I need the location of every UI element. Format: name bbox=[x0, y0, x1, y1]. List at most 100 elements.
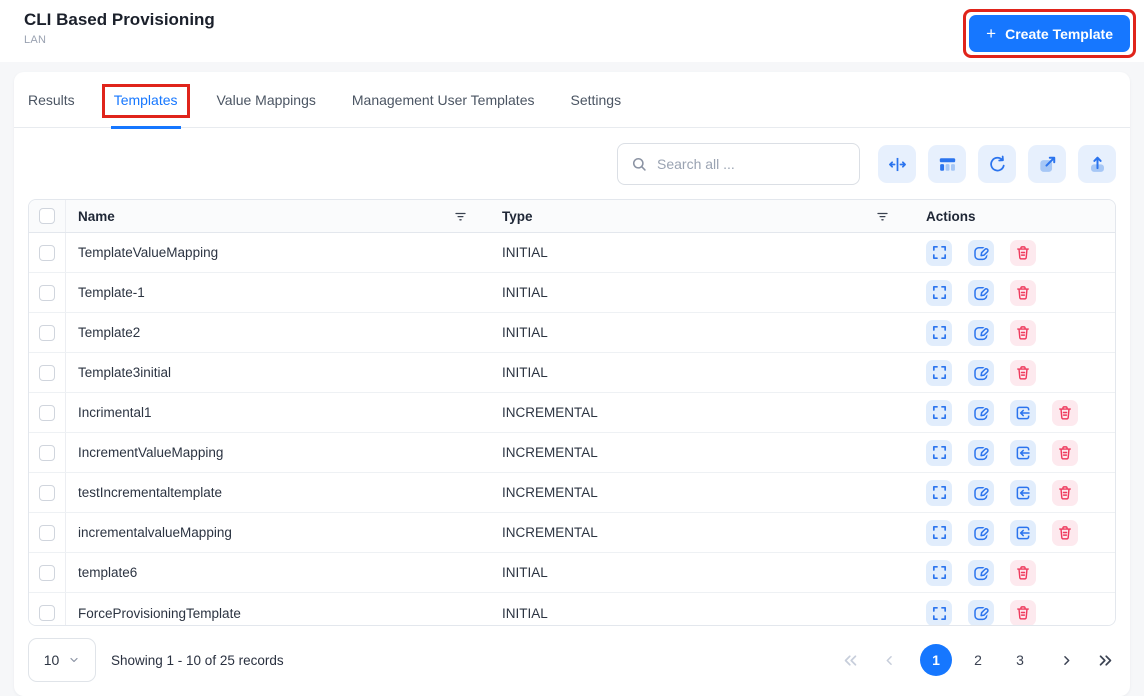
tab-settings[interactable]: Settings bbox=[570, 72, 621, 128]
delete-button[interactable] bbox=[1010, 239, 1036, 266]
delete-button[interactable] bbox=[1052, 479, 1078, 506]
expand-button[interactable] bbox=[926, 399, 952, 426]
import-button[interactable] bbox=[1010, 519, 1036, 546]
type-filter-icon[interactable] bbox=[875, 209, 890, 224]
select-all-checkbox[interactable] bbox=[39, 208, 55, 224]
delete-button[interactable] bbox=[1010, 359, 1036, 386]
expand-button[interactable] bbox=[926, 279, 952, 306]
row-checkbox[interactable] bbox=[39, 605, 55, 621]
expand-button[interactable] bbox=[926, 519, 952, 546]
edit-button[interactable] bbox=[968, 439, 994, 466]
row-select-cell bbox=[29, 593, 66, 625]
double-chevron-right-icon bbox=[1099, 654, 1112, 666]
search-input[interactable] bbox=[657, 156, 846, 172]
delete-button[interactable] bbox=[1052, 439, 1078, 466]
cell-type: INCREMENTAL bbox=[502, 445, 598, 460]
edit-button[interactable] bbox=[968, 399, 994, 426]
expand-icon bbox=[932, 445, 946, 460]
import-icon bbox=[1016, 526, 1031, 539]
trash-icon bbox=[1059, 485, 1071, 500]
tab-results[interactable]: Results bbox=[28, 72, 75, 128]
delete-button[interactable] bbox=[1010, 559, 1036, 586]
row-checkbox[interactable] bbox=[39, 484, 55, 501]
expand-button[interactable] bbox=[926, 319, 952, 346]
first-page-button[interactable] bbox=[842, 652, 859, 669]
page-size-value: 10 bbox=[43, 652, 60, 668]
delete-button[interactable] bbox=[1052, 399, 1078, 426]
expand-button[interactable] bbox=[926, 600, 952, 625]
edit-icon bbox=[974, 326, 990, 340]
templates-tab-annotation: Templates bbox=[101, 83, 190, 118]
page-number-3[interactable]: 3 bbox=[1004, 644, 1036, 676]
create-template-annotation: + Create Template bbox=[963, 9, 1136, 58]
edit-button[interactable] bbox=[968, 319, 994, 346]
cell-name-wrap: TemplateValueMapping bbox=[66, 233, 502, 272]
tab-value-mappings[interactable]: Value Mappings bbox=[217, 72, 316, 128]
edit-button[interactable] bbox=[968, 359, 994, 386]
edit-icon bbox=[974, 366, 990, 380]
edit-icon bbox=[974, 526, 990, 540]
content-card: Results Templates Value Mappings Managem… bbox=[14, 72, 1130, 696]
table-row: Incrimental1 INCREMENTAL bbox=[29, 393, 1115, 433]
delete-button[interactable] bbox=[1010, 279, 1036, 306]
autosize-columns-button[interactable] bbox=[878, 145, 916, 183]
cell-actions bbox=[926, 313, 1115, 352]
columns-button[interactable] bbox=[928, 145, 966, 183]
cell-type: INITIAL bbox=[502, 605, 548, 621]
expand-button[interactable] bbox=[926, 359, 952, 386]
edit-button[interactable] bbox=[968, 479, 994, 506]
cell-name: Template3initial bbox=[78, 365, 172, 380]
tab-templates[interactable]: Templates bbox=[101, 72, 190, 129]
prev-page-button[interactable] bbox=[882, 653, 897, 668]
create-template-button[interactable]: + Create Template bbox=[969, 15, 1130, 52]
edit-button[interactable] bbox=[968, 279, 994, 306]
row-checkbox[interactable] bbox=[39, 244, 55, 261]
import-icon bbox=[1016, 486, 1031, 499]
expand-icon bbox=[932, 525, 946, 540]
import-button[interactable] bbox=[1010, 439, 1036, 466]
row-checkbox[interactable] bbox=[39, 404, 55, 421]
cell-type-wrap: INITIAL bbox=[502, 273, 926, 312]
refresh-button[interactable] bbox=[978, 145, 1016, 183]
edit-button[interactable] bbox=[968, 559, 994, 586]
page-number-2[interactable]: 2 bbox=[962, 644, 994, 676]
expand-icon bbox=[932, 485, 946, 500]
delete-button[interactable] bbox=[1010, 600, 1036, 625]
expand-icon bbox=[932, 606, 946, 620]
expand-button[interactable] bbox=[926, 479, 952, 506]
chevron-right-icon bbox=[1064, 655, 1070, 665]
import-button[interactable] bbox=[1010, 399, 1036, 426]
row-checkbox[interactable] bbox=[39, 524, 55, 541]
cell-type-wrap: INITIAL bbox=[502, 353, 926, 392]
row-checkbox[interactable] bbox=[39, 564, 55, 581]
name-filter-icon[interactable] bbox=[453, 209, 468, 224]
cell-actions bbox=[926, 393, 1115, 432]
open-external-button[interactable] bbox=[1028, 145, 1066, 183]
delete-button[interactable] bbox=[1052, 519, 1078, 546]
row-checkbox[interactable] bbox=[39, 364, 55, 381]
page-size-select[interactable]: 10 bbox=[28, 638, 96, 682]
edit-button[interactable] bbox=[968, 600, 994, 625]
edit-button[interactable] bbox=[968, 519, 994, 546]
expand-button[interactable] bbox=[926, 439, 952, 466]
last-page-button[interactable] bbox=[1097, 652, 1114, 669]
edit-button[interactable] bbox=[968, 239, 994, 266]
import-button[interactable] bbox=[1010, 479, 1036, 506]
row-checkbox[interactable] bbox=[39, 284, 55, 301]
expand-button[interactable] bbox=[926, 559, 952, 586]
row-checkbox[interactable] bbox=[39, 324, 55, 341]
delete-button[interactable] bbox=[1010, 319, 1036, 346]
cell-type: INITIAL bbox=[502, 365, 548, 380]
search-box[interactable] bbox=[617, 143, 860, 185]
expand-button[interactable] bbox=[926, 239, 952, 266]
upload-button[interactable] bbox=[1078, 145, 1116, 183]
row-select-cell bbox=[29, 513, 66, 552]
search-icon bbox=[632, 157, 646, 171]
page-number-1[interactable]: 1 bbox=[920, 644, 952, 676]
cell-name-wrap: incrementalvalueMapping bbox=[66, 513, 502, 552]
tab-management-user-templates[interactable]: Management User Templates bbox=[352, 72, 535, 128]
expand-icon bbox=[932, 365, 946, 380]
row-checkbox[interactable] bbox=[39, 444, 55, 461]
next-page-button[interactable] bbox=[1059, 653, 1074, 668]
import-icon bbox=[1016, 406, 1031, 419]
